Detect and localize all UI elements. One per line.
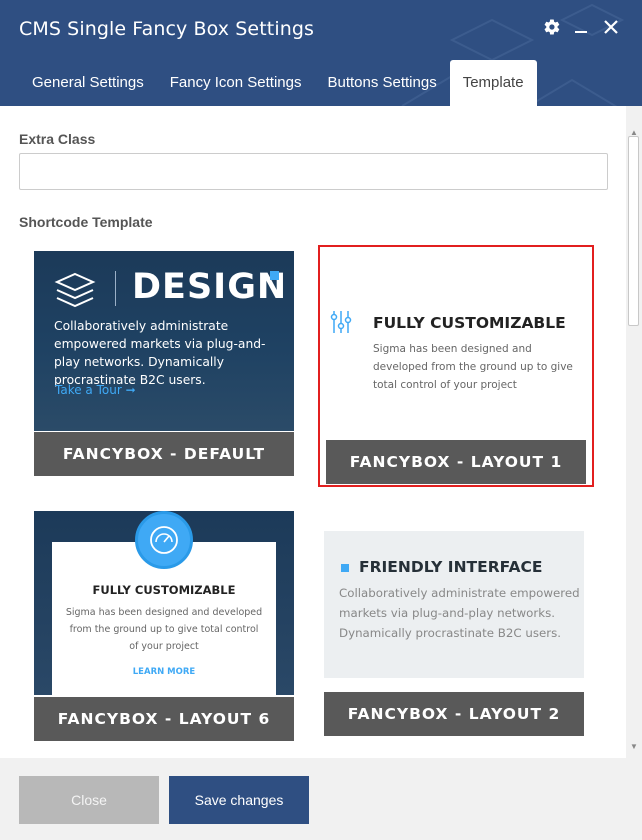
scrollbar[interactable]: ▲ ▼ xyxy=(626,106,642,758)
template-label-layout-1: FANCYBOX - LAYOUT 1 xyxy=(326,440,586,484)
template-label-layout-2: FANCYBOX - LAYOUT 2 xyxy=(324,692,584,736)
close-icon[interactable] xyxy=(600,16,622,38)
gauge-icon xyxy=(135,511,193,569)
extra-class-label: Extra Class xyxy=(19,131,96,147)
tab-general-settings[interactable]: General Settings xyxy=(19,60,157,106)
scrollbar-thumb[interactable] xyxy=(628,136,639,326)
accent-square xyxy=(341,564,349,572)
preview-text: Sigma has been designed and developed fr… xyxy=(65,607,263,652)
tab-bar: General Settings Fancy Icon Settings But… xyxy=(19,60,537,106)
preview-link: LEARN MORE xyxy=(132,667,196,677)
dialog-header: CMS Single Fancy Box Settings General Se… xyxy=(0,0,642,106)
preview-text: Collaboratively administrate empowered m… xyxy=(339,586,580,640)
save-changes-button[interactable]: Save changes xyxy=(169,776,309,824)
layers-icon xyxy=(54,272,96,308)
logo-separator xyxy=(115,271,116,306)
template-option-layout-1[interactable]: FULLY CUSTOMIZABLE Sigma has been design… xyxy=(318,245,594,487)
template-label-default: FANCYBOX - DEFAULT xyxy=(34,432,294,476)
preview-heading: FRIENDLY INTERFACE xyxy=(359,558,543,576)
dialog-title: CMS Single Fancy Box Settings xyxy=(19,18,314,40)
dialog-footer: Close Save changes xyxy=(0,758,642,840)
tab-buttons-settings[interactable]: Buttons Settings xyxy=(314,60,449,106)
scroll-down-arrow-icon[interactable]: ▼ xyxy=(626,740,642,754)
extra-class-input[interactable] xyxy=(19,153,608,190)
preview-link: Take a Tour ➞ xyxy=(55,383,136,397)
template-label-layout-6: FANCYBOX - LAYOUT 6 xyxy=(34,697,294,741)
preview-text: Collaboratively administrate empowered m… xyxy=(54,319,266,387)
template-preview-default: DESIGN Collaboratively administrate empo… xyxy=(34,251,294,431)
template-preview-layout-6: FULLY CUSTOMIZABLE Sigma has been design… xyxy=(34,511,294,695)
template-option-layout-2[interactable]: FRIENDLY INTERFACE Collaboratively admin… xyxy=(324,531,584,737)
preview-heading: DESIGN xyxy=(132,267,288,307)
close-button[interactable]: Close xyxy=(19,776,159,824)
template-preview-layout-1: FULLY CUSTOMIZABLE Sigma has been design… xyxy=(326,253,586,433)
tab-template[interactable]: Template xyxy=(449,60,537,106)
dialog-content: Extra Class Shortcode Template DESIGN Co… xyxy=(0,106,642,758)
gear-icon[interactable] xyxy=(541,16,563,38)
tab-fancy-icon-settings[interactable]: Fancy Icon Settings xyxy=(157,60,315,106)
accent-square xyxy=(270,271,279,280)
preview-text: Sigma has been designed and developed fr… xyxy=(373,343,573,391)
template-option-default[interactable]: DESIGN Collaboratively administrate empo… xyxy=(34,251,294,477)
minimize-icon[interactable] xyxy=(570,16,592,38)
settings-dialog: CMS Single Fancy Box Settings General Se… xyxy=(0,0,642,840)
template-preview-layout-2: FRIENDLY INTERFACE Collaboratively admin… xyxy=(324,531,584,678)
sliders-icon xyxy=(330,311,352,333)
template-option-layout-6[interactable]: FULLY CUSTOMIZABLE Sigma has been design… xyxy=(34,511,294,741)
preview-heading: FULLY CUSTOMIZABLE xyxy=(373,314,566,332)
preview-heading: FULLY CUSTOMIZABLE xyxy=(92,583,236,597)
shortcode-template-label: Shortcode Template xyxy=(19,214,153,230)
